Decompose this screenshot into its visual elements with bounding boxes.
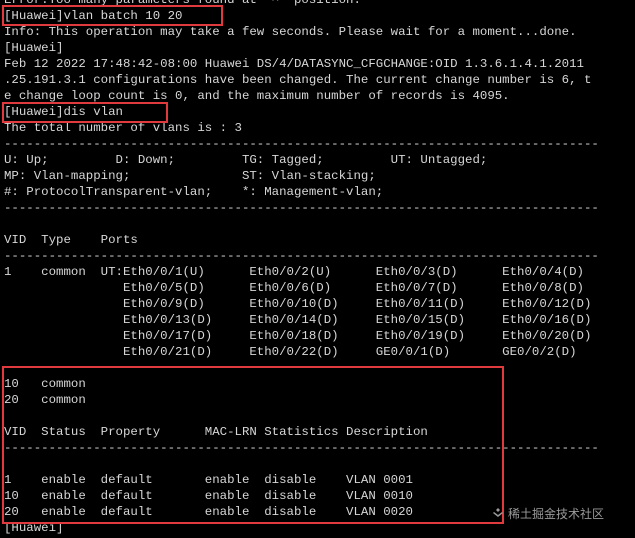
watermark: 稀土掘金技术社区 bbox=[492, 503, 628, 523]
terminal-line: MP: Vlan-mapping; ST: Vlan-stacking; bbox=[4, 169, 376, 183]
table-row: Eth0/0/9(D) Eth0/0/10(D) Eth0/0/11(D) Et… bbox=[4, 297, 592, 311]
table-row: Eth0/0/5(D) Eth0/0/6(D) Eth0/0/7(D) Eth0… bbox=[4, 281, 584, 295]
table-row: Eth0/0/21(D) Eth0/0/22(D) GE0/0/1(D) GE0… bbox=[4, 345, 577, 359]
table-row: 1 common UT:Eth0/0/1(U) Eth0/0/2(U) Eth0… bbox=[4, 265, 584, 279]
terminal-line: e change loop count is 0, and the maximu… bbox=[4, 89, 510, 103]
terminal-line: #: ProtocolTransparent-vlan; *: Manageme… bbox=[4, 185, 384, 199]
separator-line: ----------------------------------------… bbox=[4, 249, 599, 263]
watermark-text: 稀土掘金技术社区 bbox=[508, 506, 605, 521]
table-row: 10 common bbox=[4, 377, 86, 391]
terminal-line: U: Up; D: Down; TG: Tagged; UT: Untagged… bbox=[4, 153, 488, 167]
table-row: 1 enable default enable disable VLAN 000… bbox=[4, 473, 413, 487]
table-row: 20 common bbox=[4, 393, 86, 407]
table-header: VID Type Ports bbox=[4, 233, 138, 247]
table-row: Eth0/0/17(D) Eth0/0/18(D) Eth0/0/19(D) E… bbox=[4, 329, 592, 343]
table-header: VID Status Property MAC-LRN Statistics D… bbox=[4, 425, 428, 439]
terminal-line: The total number of vlans is : 3 bbox=[4, 121, 242, 135]
table-row: Eth0/0/13(D) Eth0/0/14(D) Eth0/0/15(D) E… bbox=[4, 313, 592, 327]
terminal-line: [Huawei] bbox=[4, 41, 64, 55]
terminal-window[interactable]: Error:Too many parameters found at '^' p… bbox=[0, 0, 635, 538]
separator-line: ----------------------------------------… bbox=[4, 441, 599, 455]
terminal-line: .25.191.3.1 configurations have been cha… bbox=[4, 73, 592, 87]
terminal-line: Feb 12 2022 17:48:42-08:00 Huawei DS/4/D… bbox=[4, 57, 584, 71]
terminal-line: [Huawei]dis vlan bbox=[4, 105, 123, 119]
terminal-line: Info: This operation may take a few seco… bbox=[4, 25, 577, 39]
table-row: 10 enable default enable disable VLAN 00… bbox=[4, 489, 413, 503]
juejin-logo-icon bbox=[493, 508, 503, 517]
separator-line: ----------------------------------------… bbox=[4, 137, 599, 151]
command-prompt[interactable]: [Huawei] bbox=[4, 520, 64, 536]
terminal-line: [Huawei]vlan batch 10 20 bbox=[4, 9, 183, 23]
table-row: 20 enable default enable disable VLAN 00… bbox=[4, 505, 413, 519]
separator-line: ----------------------------------------… bbox=[4, 201, 599, 215]
terminal-line: Error:Too many parameters found at '^' p… bbox=[4, 0, 361, 7]
